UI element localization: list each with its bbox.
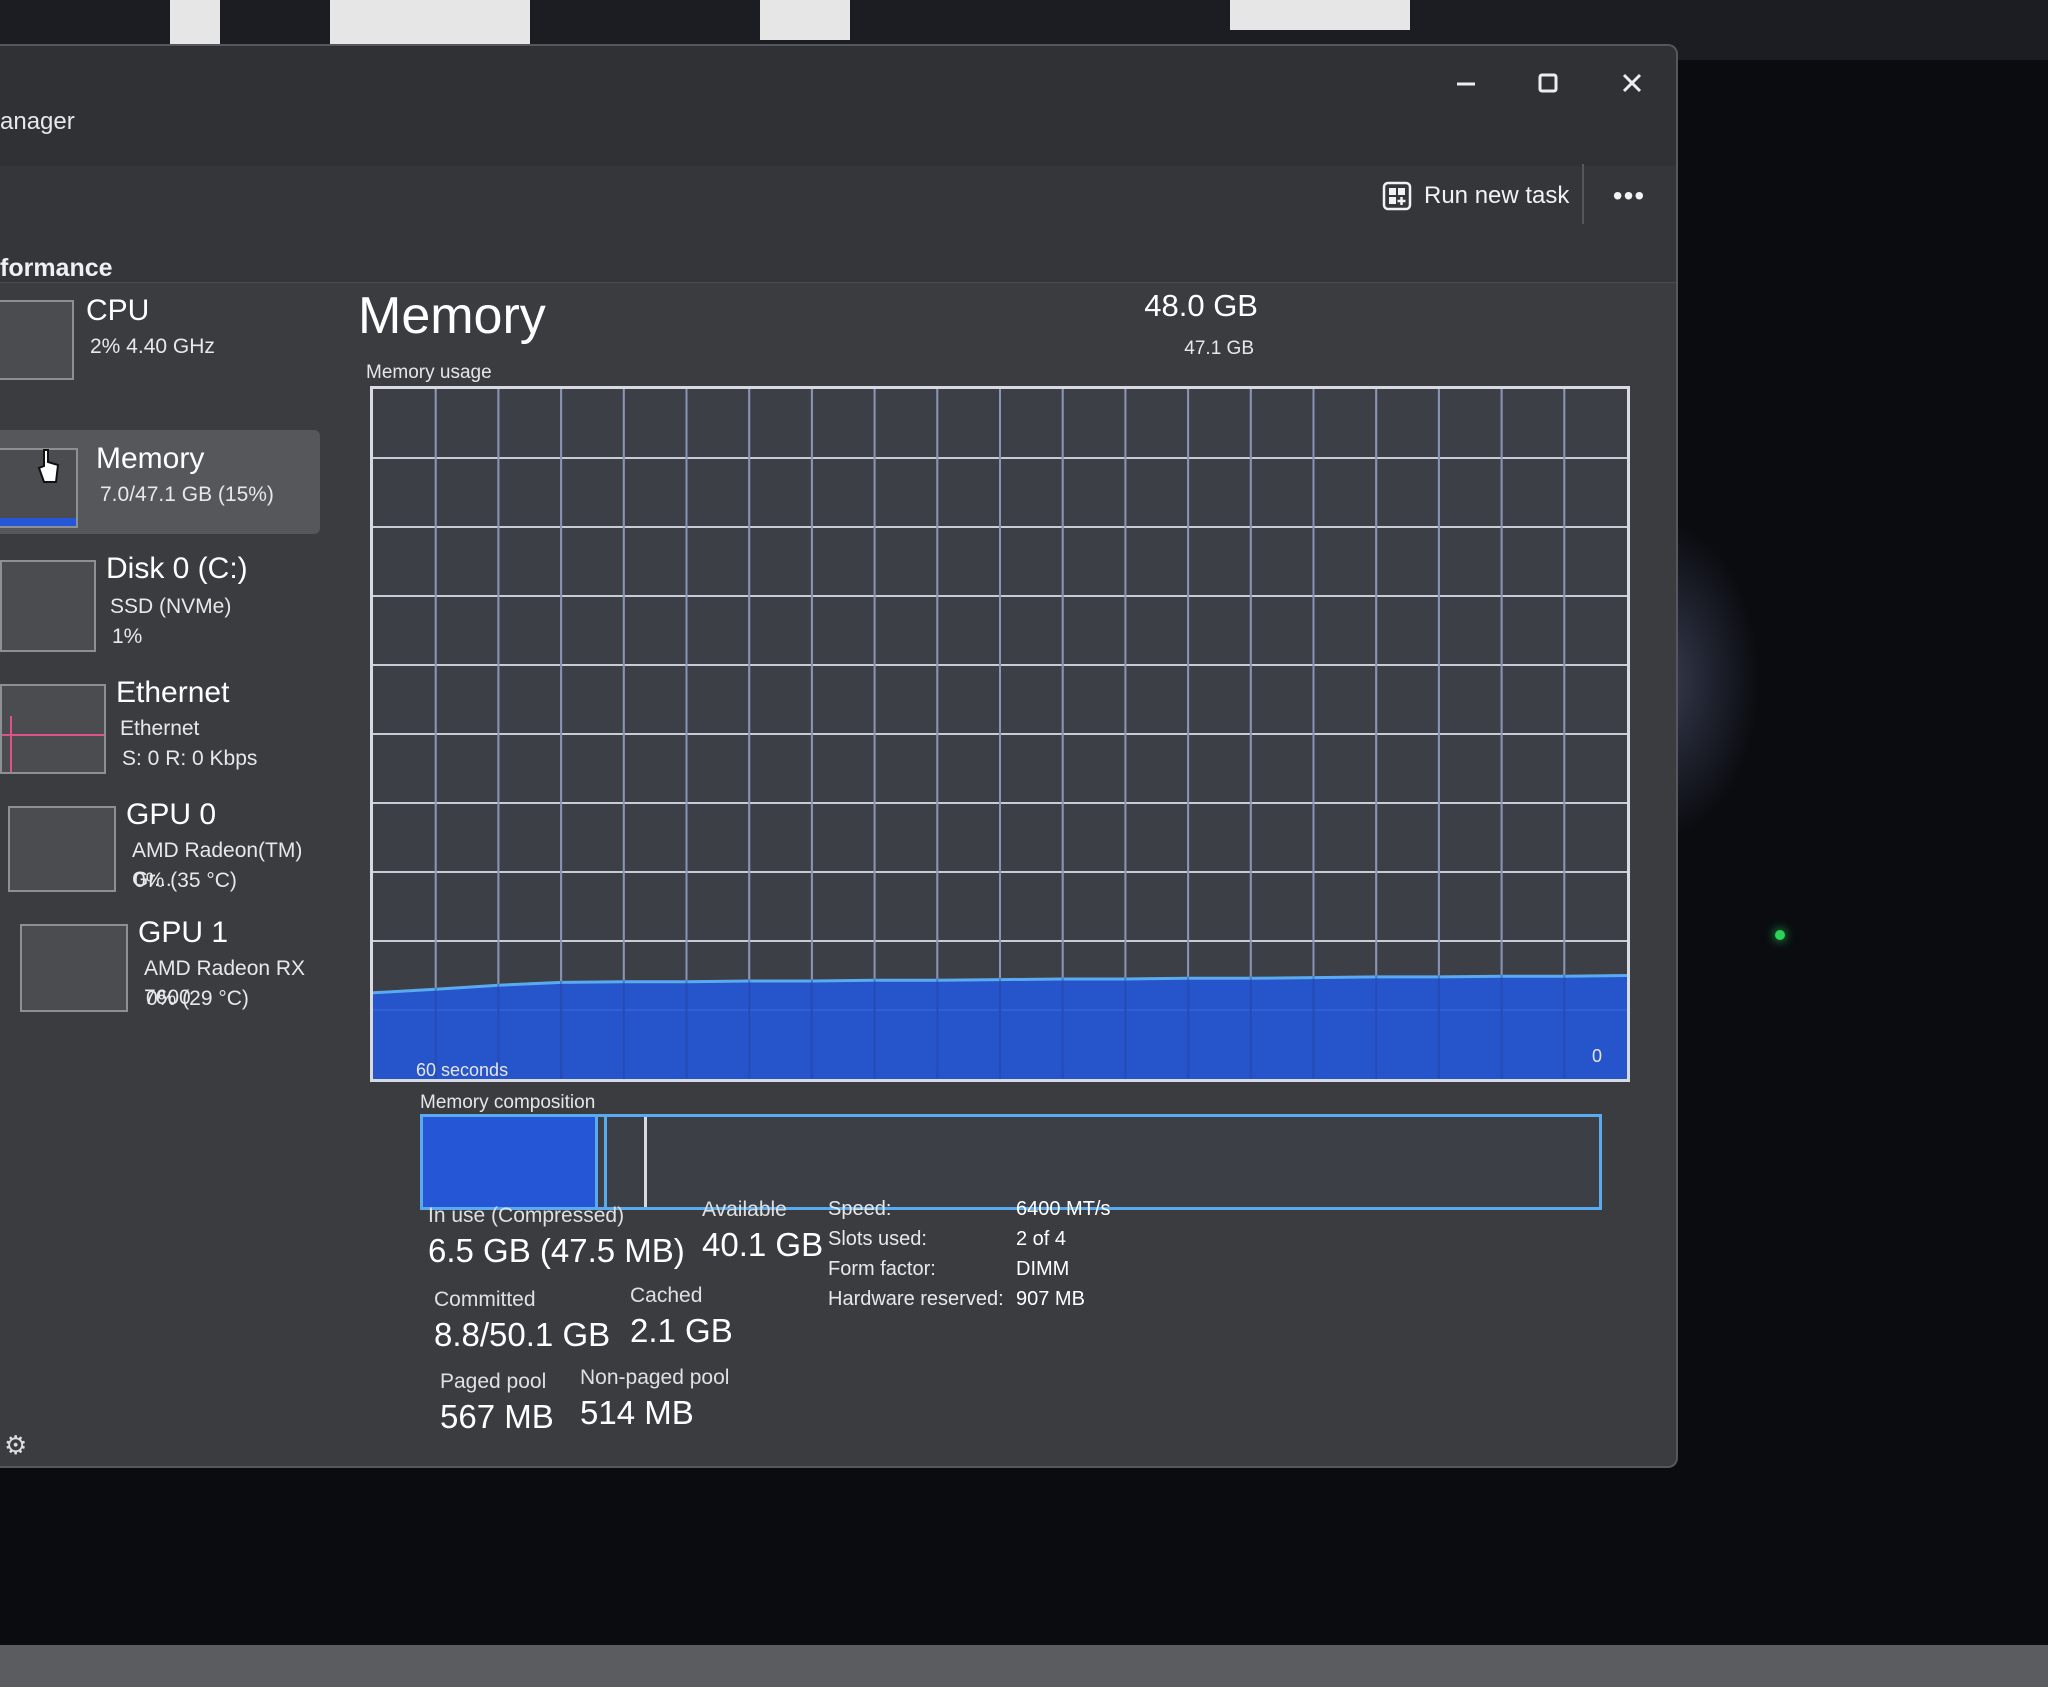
stat-cached: Cached 2.1 GB	[630, 1284, 733, 1350]
task-manager-window: anager formance Run new task ••• CPU 2% …	[0, 44, 1678, 1468]
sidebar-item-ethernet[interactable]: Ethernet Ethernet S: 0 R: 0 Kbps	[0, 676, 320, 796]
sidebar-item-detail: 7.0/47.1 GB (15%)	[100, 483, 274, 506]
sidebar-item-disk[interactable]: Disk 0 (C:) SSD (NVMe) 1%	[0, 552, 320, 672]
sidebar-item-name: GPU 1	[138, 916, 229, 949]
gpu-0-thumbnail	[8, 806, 116, 892]
detail-value: 907 MB	[1016, 1287, 1085, 1310]
sidebar-item-name: GPU 0	[126, 798, 217, 831]
detail-value: DIMM	[1016, 1257, 1070, 1280]
sidebar-item-name: Disk 0 (C:)	[106, 552, 248, 585]
sidebar-item-cpu[interactable]: CPU 2% 4.40 GHz	[0, 282, 320, 382]
sidebar-item-detail: 1%	[112, 625, 143, 648]
graph-max-label: 47.1 GB	[1184, 338, 1254, 359]
sidebar-item-detail: 0% (29 °C)	[146, 987, 249, 1010]
detail-value: 2 of 4	[1016, 1227, 1067, 1250]
detail-value: 6400 MT/s	[1016, 1197, 1111, 1220]
detail-row-slots: Slots used: 2 of 4	[828, 1224, 1110, 1254]
memory-thumbnail-fill	[0, 518, 76, 526]
minimize-button[interactable]	[1436, 58, 1496, 108]
close-icon	[1622, 73, 1642, 93]
memory-usage-chart	[373, 389, 1627, 1079]
monitor-bezel	[0, 1645, 2048, 1687]
run-new-task-label: Run new task	[1424, 182, 1570, 209]
ethernet-thumbnail-line	[2, 734, 104, 736]
detail-row-speed: Speed: 6400 MT/s	[828, 1194, 1110, 1224]
stat-available: Available 40.1 GB	[702, 1198, 823, 1264]
composition-modified	[595, 1117, 607, 1207]
maximize-icon	[1538, 73, 1558, 93]
page-heading: formance	[0, 254, 113, 282]
status-led	[1775, 930, 1785, 940]
usage-graph-caption: Memory usage	[366, 362, 492, 383]
ethernet-thumbnail-spike	[10, 716, 12, 772]
maximize-button[interactable]	[1518, 58, 1578, 108]
gpu-1-thumbnail	[20, 924, 128, 1012]
stat-label: Non-paged pool	[580, 1366, 730, 1389]
sidebar-item-detail: Ethernet	[120, 717, 200, 740]
graph-zero-label: 0	[1592, 1046, 1603, 1066]
composition-in-use	[423, 1117, 595, 1207]
stat-label: Committed	[434, 1288, 536, 1311]
total-memory: 48.0 GB	[1144, 288, 1258, 323]
stat-label: Cached	[630, 1284, 703, 1307]
stat-in-use: In use (Compressed) 6.5 GB (47.5 MB)	[428, 1204, 685, 1270]
graph-time-label: 60 seconds	[416, 1060, 509, 1080]
minimize-icon	[1457, 82, 1475, 86]
stat-value: 567 MB	[440, 1398, 554, 1435]
detail-key: Speed:	[828, 1197, 892, 1220]
sidebar-item-detail: SSD (NVMe)	[110, 595, 232, 618]
title-bar: anager	[0, 46, 1676, 166]
gear-icon: ⚙	[4, 1430, 28, 1460]
background-shape	[1230, 0, 1410, 30]
composition-caption: Memory composition	[420, 1092, 596, 1113]
more-options-button[interactable]: •••	[1604, 174, 1654, 218]
disk-thumbnail	[0, 560, 96, 652]
detail-key: Form factor:	[828, 1257, 936, 1280]
mouse-cursor-icon	[37, 449, 60, 483]
stat-value: 2.1 GB	[630, 1312, 733, 1349]
stat-non-paged-pool: Non-paged pool 514 MB	[580, 1366, 729, 1432]
detail-row-hardware-reserved: Hardware reserved: 907 MB	[828, 1284, 1110, 1314]
stat-label: In use (Compressed)	[428, 1204, 625, 1227]
run-new-task-button[interactable]: Run new task	[1382, 174, 1569, 218]
page-title: Memory	[358, 287, 546, 345]
stat-committed: Committed 8.8/50.1 GB	[434, 1288, 610, 1354]
sidebar-item-name: CPU	[86, 294, 150, 327]
stat-label: Paged pool	[440, 1370, 547, 1393]
cpu-thumbnail	[0, 300, 74, 380]
detail-key: Slots used:	[828, 1227, 927, 1250]
sidebar-item-detail: 2% 4.40 GHz	[90, 335, 215, 358]
sidebar-item-gpu-1[interactable]: GPU 1 AMD Radeon RX 7600 0% (29 °C)	[0, 916, 320, 1036]
sidebar-item-detail: S: 0 R: 0 Kbps	[122, 747, 258, 770]
stat-paged-pool: Paged pool 567 MB	[440, 1370, 554, 1436]
sidebar-item-memory[interactable]: Memory 7.0/47.1 GB (15%)	[0, 430, 320, 534]
memory-usage-graph	[370, 386, 1630, 1082]
sidebar-item-gpu-0[interactable]: GPU 0 AMD Radeon(TM) Gr... 0% (35 °C)	[0, 798, 320, 918]
close-button[interactable]	[1602, 58, 1662, 108]
ethernet-thumbnail	[0, 684, 106, 774]
stat-value: 6.5 GB (47.5 MB)	[428, 1232, 685, 1269]
detail-key: Hardware reserved:	[828, 1287, 1004, 1310]
memory-details: Speed: 6400 MT/s Slots used: 2 of 4 Form…	[828, 1194, 1110, 1314]
sidebar-item-name: Memory	[96, 442, 205, 475]
performance-sidebar: CPU 2% 4.40 GHz Memory 7.0/47.1 GB (15%)…	[0, 282, 330, 1466]
app-title: anager	[0, 108, 75, 135]
stat-label: Available	[702, 1198, 787, 1221]
composition-standby	[607, 1117, 647, 1207]
stat-value: 40.1 GB	[702, 1226, 824, 1263]
stat-value: 8.8/50.1 GB	[434, 1316, 611, 1353]
settings-button[interactable]: ⚙	[4, 1430, 32, 1460]
toolbar-divider	[1582, 164, 1584, 224]
run-task-icon	[1382, 181, 1412, 211]
sidebar-item-name: Ethernet	[116, 676, 230, 709]
stat-value: 514 MB	[580, 1394, 694, 1431]
background-shape	[760, 0, 850, 40]
sidebar-item-detail: 0% (35 °C)	[134, 869, 237, 892]
detail-row-form-factor: Form factor: DIMM	[828, 1254, 1110, 1284]
